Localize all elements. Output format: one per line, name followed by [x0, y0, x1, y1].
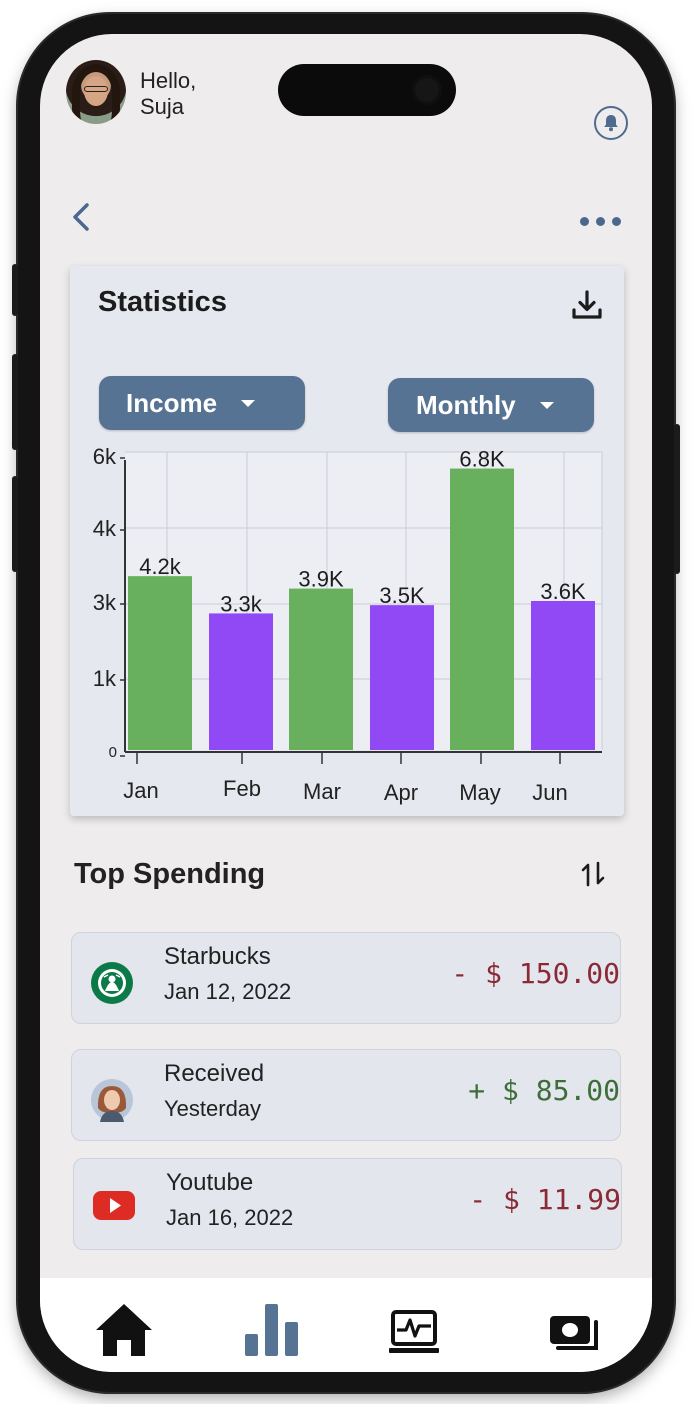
top-spending-title: Top Spending: [74, 858, 266, 890]
power-button: [674, 424, 680, 574]
y-tick-label: 1k: [93, 666, 117, 691]
transaction-amount: - $ 11.99: [469, 1183, 621, 1216]
chart-bar: [370, 605, 434, 750]
x-tick-label: Feb: [223, 776, 261, 801]
chart-bar: [128, 576, 192, 750]
person-avatar-icon: [91, 1079, 133, 1122]
greeting: Hello, Suja: [140, 68, 196, 120]
more-options-icon[interactable]: [580, 216, 622, 228]
caret-down-icon: [241, 399, 256, 407]
bottom-navigation: [40, 1278, 652, 1372]
greeting-hello: Hello,: [140, 68, 197, 93]
dynamic-island: [278, 64, 456, 116]
x-tick-label: Jun: [532, 780, 567, 805]
user-avatar[interactable]: [66, 60, 126, 124]
x-tick-label: Jan: [123, 778, 158, 803]
camera-icon: [412, 75, 442, 105]
bar-chart-icon[interactable]: [242, 1300, 302, 1360]
chart-bar: [450, 468, 514, 750]
x-tick-label: May: [459, 780, 501, 805]
y-tick-label: 0: [109, 744, 117, 761]
transaction-name: Received: [164, 1060, 265, 1087]
activity-monitor-icon[interactable]: [386, 1300, 446, 1360]
period-dropdown[interactable]: Monthly: [388, 378, 594, 432]
download-icon[interactable]: [570, 288, 604, 322]
volume-down-button: [12, 476, 18, 572]
y-tick-label: 4k: [93, 516, 117, 541]
volume-up-button: [12, 354, 18, 450]
transaction-date: Jan 16, 2022: [166, 1205, 294, 1230]
bell-icon: [604, 115, 618, 132]
notification-button[interactable]: [594, 106, 628, 140]
chart-bar: [289, 588, 353, 750]
x-tick-label: Apr: [384, 780, 418, 805]
income-dropdown[interactable]: Income: [99, 376, 305, 430]
bar-data-label: 3.9K: [298, 567, 344, 592]
period-dropdown-label: Monthly: [416, 389, 516, 420]
bar-data-label: 3.3k: [220, 591, 263, 616]
y-tick-label: 6k: [93, 444, 117, 469]
transaction-item[interactable]: Received Yesterday + $ 85.00: [71, 1049, 621, 1141]
wallet-cash-icon[interactable]: [544, 1300, 604, 1360]
chart-bar: [209, 613, 273, 750]
income-dropdown-label: Income: [126, 387, 218, 418]
home-icon[interactable]: [94, 1300, 154, 1360]
phone-frame: Hello, Suja Statistics Income Monthly 0 …: [12, 14, 680, 1392]
app-screen: Hello, Suja Statistics Income Monthly 0 …: [40, 34, 652, 1372]
plot-area: [125, 452, 602, 750]
y-tick-label: 3k: [93, 590, 117, 615]
youtube-logo-icon: [93, 1191, 135, 1220]
income-bar-chart: 0 1k 3k 4k 6k 4.2k 3.3k 3.9K 3.5K 6.8K 3.6K Jan Feb M…: [93, 444, 603, 805]
transaction-name: Starbucks: [164, 943, 271, 970]
sort-icon[interactable]: [580, 860, 606, 888]
greeting-user-name: Suja: [140, 94, 185, 119]
bar-data-label: 3.6K: [540, 579, 586, 604]
mute-switch: [12, 264, 18, 316]
back-chevron-icon[interactable]: [70, 202, 92, 232]
bar-data-label: 6.8K: [459, 447, 505, 472]
transaction-item[interactable]: Youtube Jan 16, 2022 - $ 11.99: [73, 1158, 622, 1250]
statistics-card: Statistics Income Monthly 0 1k 3k 4k 6k 4.2k 3…: [70, 266, 624, 816]
transaction-name: Youtube: [166, 1169, 254, 1196]
x-tick-label: Mar: [303, 779, 341, 804]
caret-down-icon: [539, 401, 554, 409]
statistics-title: Statistics: [98, 286, 227, 318]
chart-bar: [531, 601, 595, 750]
starbucks-logo-icon: [91, 962, 133, 1004]
transaction-date: Yesterday: [164, 1096, 262, 1121]
bar-data-label: 3.5K: [379, 583, 425, 608]
transaction-item[interactable]: Starbucks Jan 12, 2022 - $ 150.00: [71, 932, 621, 1024]
transaction-date: Jan 12, 2022: [164, 979, 292, 1004]
bar-data-label: 4.2k: [139, 554, 182, 579]
transaction-amount: - $ 150.00: [451, 957, 620, 990]
transaction-amount: + $ 85.00: [468, 1074, 620, 1107]
